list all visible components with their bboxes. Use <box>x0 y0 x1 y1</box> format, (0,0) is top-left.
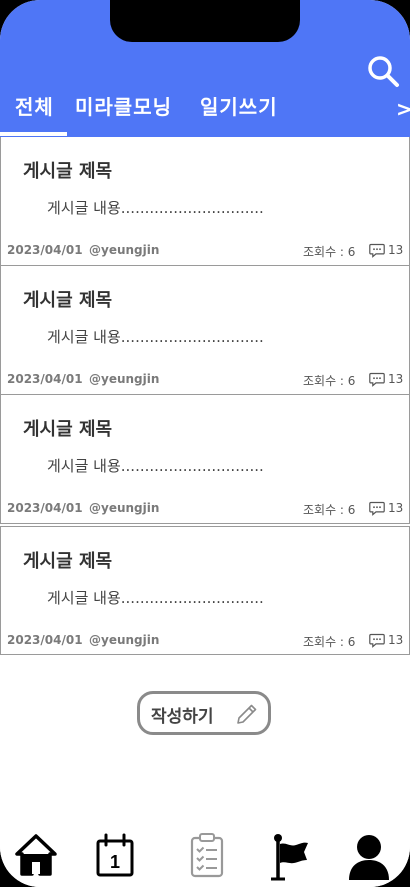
category-tabs: 전체 미라클모닝 일기쓰기 > <box>0 92 410 137</box>
post-date: 2023/04/01 <box>7 372 83 386</box>
post-views: 조회수 : 6 <box>303 374 356 388</box>
comment-icon <box>369 243 385 258</box>
user-icon <box>349 835 389 880</box>
post-comment-count: 13 <box>388 633 404 647</box>
home-icon <box>15 834 57 876</box>
bottom-nav: 1 <box>0 822 410 887</box>
search-icon <box>368 56 399 87</box>
post-card[interactable]: 게시글 제목 게시글 내용...........................… <box>0 137 410 266</box>
comment-icon <box>369 372 385 387</box>
calendar-icon: 1 <box>96 833 134 877</box>
post-date: 2023/04/01 <box>7 243 83 257</box>
post-body: 게시글 내용.............................. <box>47 328 264 346</box>
tab-all[interactable]: 전체 <box>15 92 54 137</box>
tabs-more-button[interactable]: > <box>396 92 410 126</box>
active-tab-indicator <box>0 132 67 136</box>
write-post-label: 작성하기 <box>151 707 214 727</box>
post-body: 게시글 내용.............................. <box>47 199 264 217</box>
tab-miracle-morning[interactable]: 미라클모닝 <box>75 92 172 137</box>
nav-calendar[interactable]: 1 <box>94 832 138 880</box>
post-author: @yeungjin <box>89 243 160 257</box>
tab-diary[interactable]: 일기쓰기 <box>200 92 278 137</box>
comment-icon <box>369 501 385 516</box>
post-card[interactable]: 게시글 제목 게시글 내용...........................… <box>0 266 410 395</box>
device-notch <box>110 0 300 42</box>
flag-icon <box>271 834 308 881</box>
calendar-day-number: 1 <box>110 852 120 872</box>
post-title: 게시글 제목 <box>23 551 113 572</box>
post-views: 조회수 : 6 <box>303 503 356 517</box>
nav-home[interactable] <box>14 832 58 880</box>
post-date: 2023/04/01 <box>7 501 83 515</box>
post-title: 게시글 제목 <box>23 419 113 440</box>
post-views: 조회수 : 6 <box>303 245 356 259</box>
post-comment-count: 13 <box>388 372 404 386</box>
post-comment-count: 13 <box>388 501 404 515</box>
header: 전체 미라클모닝 일기쓰기 > <box>0 0 410 137</box>
nav-profile[interactable] <box>346 832 390 880</box>
post-body: 게시글 내용.............................. <box>47 589 264 607</box>
comment-icon <box>369 633 385 648</box>
post-body: 게시글 내용.............................. <box>47 457 264 475</box>
post-views: 조회수 : 6 <box>303 635 356 649</box>
checklist-icon <box>190 833 224 878</box>
search-button[interactable] <box>366 54 400 88</box>
app-screen: 전체 미라클모닝 일기쓰기 > 게시글 제목 게시글 내용...........… <box>0 0 410 887</box>
write-post-button[interactable]: 작성하기 <box>137 691 271 735</box>
pencil-icon <box>237 704 257 724</box>
post-title: 게시글 제목 <box>23 290 113 311</box>
post-title: 게시글 제목 <box>23 161 113 182</box>
post-author: @yeungjin <box>89 501 160 515</box>
post-card[interactable]: 게시글 제목 게시글 내용...........................… <box>0 526 410 655</box>
post-comment-count: 13 <box>388 243 404 257</box>
post-author: @yeungjin <box>89 633 160 647</box>
nav-checklist[interactable] <box>185 832 229 880</box>
post-author: @yeungjin <box>89 372 160 386</box>
nav-goal[interactable] <box>268 832 312 881</box>
post-card[interactable]: 게시글 제목 게시글 내용...........................… <box>0 395 410 524</box>
post-date: 2023/04/01 <box>7 633 83 647</box>
